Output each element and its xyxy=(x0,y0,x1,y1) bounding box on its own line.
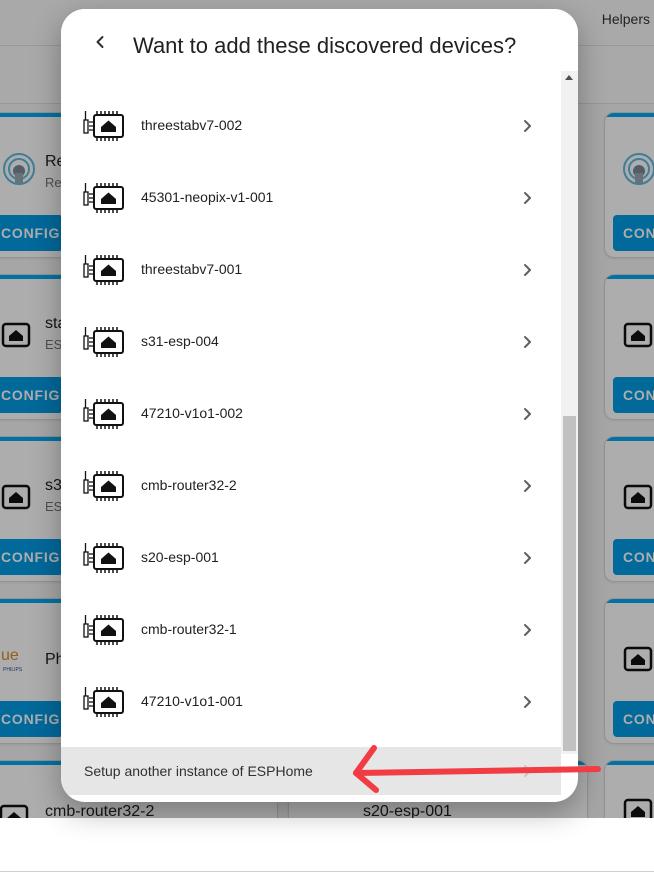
device-list-item[interactable]: threestabv7-001 xyxy=(61,234,561,306)
chevron-right-icon xyxy=(517,476,537,501)
chevron-right-icon xyxy=(517,404,537,429)
esphome-icon xyxy=(83,253,125,292)
chevron-right-icon xyxy=(517,332,537,357)
device-name: s31-esp-004 xyxy=(141,333,219,349)
dialog-title: Want to add these discovered devices? xyxy=(133,33,517,58)
device-list-item[interactable]: threestabv7-002 xyxy=(61,90,561,162)
divider xyxy=(0,871,654,872)
esphome-icon xyxy=(83,325,125,364)
device-list-item[interactable]: s20-esp-001 xyxy=(61,522,561,594)
chevron-left-icon xyxy=(93,35,107,54)
device-list-item[interactable]: s31-esp-004 xyxy=(61,306,561,378)
chevron-right-icon xyxy=(517,548,537,573)
device-name: s20-esp-001 xyxy=(141,549,219,565)
device-list-item[interactable]: 47210-v1o1-001 xyxy=(61,666,561,738)
device-list: threestabv7-002 45301-neopix-v1-001 threes… xyxy=(61,71,561,747)
device-list-item[interactable]: cmb-router32-2 xyxy=(61,450,561,522)
esphome-icon xyxy=(83,613,125,652)
chevron-right-icon xyxy=(517,620,537,645)
scroll-up-arrow[interactable] xyxy=(565,75,573,80)
scrollbar-thumb[interactable] xyxy=(563,416,576,751)
setup-another-instance-label: Setup another instance of ESPHome xyxy=(84,763,313,779)
device-name: cmb-router32-1 xyxy=(141,621,237,637)
esphome-icon xyxy=(83,541,125,580)
esphome-icon xyxy=(83,109,125,148)
annotation-arrow xyxy=(353,745,601,793)
chevron-right-icon xyxy=(517,116,537,141)
device-list-item[interactable]: 47210-v1o1-002 xyxy=(61,378,561,450)
device-list-item[interactable]: 45301-neopix-v1-001 xyxy=(61,162,561,234)
discovered-devices-dialog: Want to add these discovered devices? th… xyxy=(61,9,578,802)
scrollbar[interactable] xyxy=(561,71,578,754)
esphome-icon xyxy=(83,181,125,220)
device-name: threestabv7-001 xyxy=(141,261,243,277)
device-name: 47210-v1o1-001 xyxy=(141,693,243,709)
chevron-right-icon xyxy=(517,692,537,717)
device-list-item[interactable]: cmb-router32-1 xyxy=(61,594,561,666)
device-name: cmb-router32-2 xyxy=(141,477,237,493)
back-button[interactable] xyxy=(87,31,113,57)
esphome-icon xyxy=(83,397,125,436)
dialog-header: Want to add these discovered devices? xyxy=(61,9,578,71)
device-name: 45301-neopix-v1-001 xyxy=(141,189,274,205)
esphome-icon xyxy=(83,685,125,724)
chevron-right-icon xyxy=(517,260,537,285)
esphome-icon xyxy=(83,469,125,508)
device-name: 47210-v1o1-002 xyxy=(141,405,243,421)
chevron-right-icon xyxy=(517,188,537,213)
device-name: threestabv7-002 xyxy=(141,117,243,133)
